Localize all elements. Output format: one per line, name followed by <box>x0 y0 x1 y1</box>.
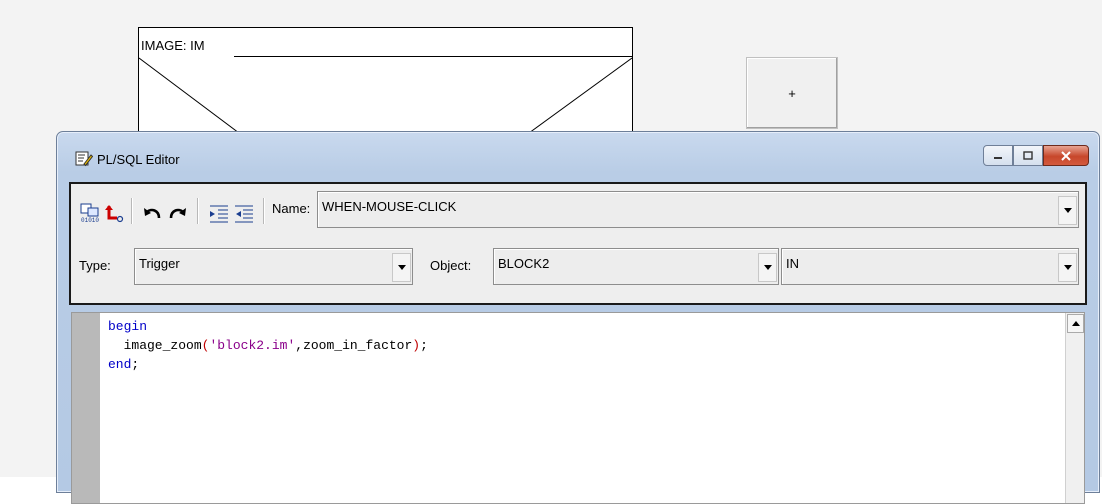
compile-icon[interactable]: 01010 <box>79 202 101 224</box>
code-semicolon: ; <box>131 357 140 372</box>
window-controls <box>983 145 1089 166</box>
code-gutter <box>72 313 100 503</box>
item-select[interactable]: IN <box>781 248 1079 285</box>
redo-icon[interactable] <box>167 202 189 224</box>
code-editor[interactable]: begin image_zoom('block2.im',zoom_in_fac… <box>71 312 1085 504</box>
image-item-header: IMAGE: IM <box>139 28 632 58</box>
maximize-button[interactable] <box>1013 145 1043 166</box>
revert-icon[interactable] <box>103 202 125 224</box>
object-label: Object: <box>430 258 472 273</box>
toolbar-separator <box>131 198 133 224</box>
chevron-down-icon <box>1063 265 1072 270</box>
code-argument: ,zoom_in_factor <box>295 338 413 353</box>
chevron-down-icon <box>1063 208 1072 213</box>
window-title: PL/SQL Editor <box>97 152 180 167</box>
toolbar-separator <box>263 198 265 224</box>
svg-text:01010: 01010 <box>81 217 99 224</box>
type-select-value: Trigger <box>139 256 180 271</box>
name-label: Name: <box>272 201 311 216</box>
name-select-value: WHEN-MOUSE-CLICK <box>322 199 457 214</box>
close-icon <box>1061 150 1071 161</box>
name-select[interactable]: WHEN-MOUSE-CLICK <box>317 191 1079 228</box>
editor-icon <box>75 151 93 167</box>
code-function-call: image_zoom <box>108 338 202 353</box>
type-select[interactable]: Trigger <box>134 248 413 285</box>
code-paren-close: ) <box>412 338 421 353</box>
image-item-label: IMAGE: IM <box>141 38 207 53</box>
code-semicolon: ; <box>420 338 428 353</box>
editor-toolbar: 01010 Name: WHEN-MOUSE-CLICK <box>69 182 1087 238</box>
toolbar-separator <box>197 198 199 224</box>
object-select[interactable]: BLOCK2 <box>493 248 779 285</box>
plsql-editor-window: PL/SQL Editor 01010 Name: WHEN-MOUSE-CLI… <box>56 131 1100 504</box>
undo-icon[interactable] <box>141 202 163 224</box>
object-select-value: BLOCK2 <box>498 256 550 271</box>
code-text[interactable]: begin image_zoom('block2.im',zoom_in_fac… <box>108 317 428 374</box>
close-button[interactable] <box>1043 145 1089 166</box>
chevron-down-icon <box>397 265 406 270</box>
outdent-icon[interactable] <box>233 202 255 224</box>
plus-button[interactable]: + <box>746 57 838 129</box>
type-label: Type: <box>79 258 111 273</box>
image-item-title-rule <box>234 56 632 57</box>
editor-filter-bar: Type: Trigger Object: BLOCK2 IN <box>69 236 1087 305</box>
code-keyword-begin: begin <box>108 319 148 334</box>
maximize-icon <box>1023 151 1033 160</box>
indent-icon[interactable] <box>208 202 230 224</box>
type-dropdown-button[interactable] <box>392 253 411 282</box>
image-item[interactable]: IMAGE: IM <box>138 27 633 138</box>
code-keyword-end: end <box>108 357 132 372</box>
title-bar[interactable]: PL/SQL Editor <box>57 132 1099 178</box>
item-dropdown-button[interactable] <box>1058 253 1077 282</box>
scroll-up-button[interactable] <box>1067 314 1084 333</box>
item-select-value: IN <box>786 256 799 271</box>
vertical-scrollbar[interactable] <box>1065 313 1084 503</box>
code-string-literal: 'block2.im' <box>209 338 296 353</box>
name-dropdown-button[interactable] <box>1058 196 1077 225</box>
minimize-icon <box>994 156 1002 159</box>
chevron-down-icon <box>763 265 772 270</box>
chevron-up-icon <box>1071 321 1080 326</box>
minimize-button[interactable] <box>983 145 1013 166</box>
object-dropdown-button[interactable] <box>758 253 777 282</box>
